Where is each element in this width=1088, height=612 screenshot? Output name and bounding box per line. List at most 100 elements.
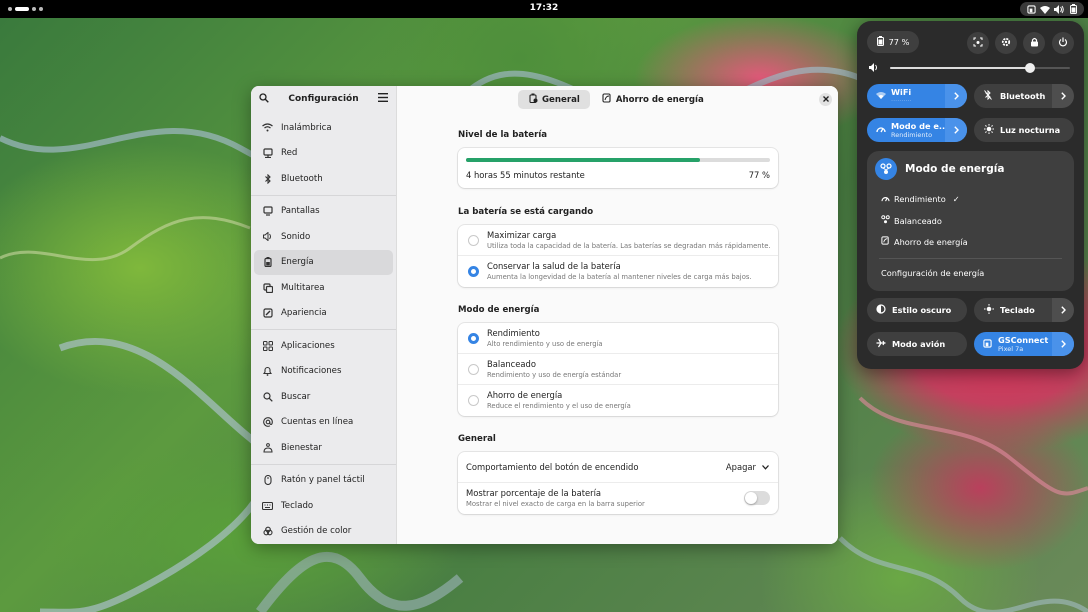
- sidebar-item-color[interactable]: Gestión de color: [254, 519, 393, 545]
- dark-style-label: Estilo oscuro: [892, 305, 952, 315]
- screenshot-button[interactable]: [967, 32, 989, 54]
- volume-icon: [1054, 4, 1064, 14]
- radio-button[interactable]: [468, 235, 479, 246]
- menu-item-label: Rendimiento: [894, 194, 946, 204]
- wifi-label: WiFi: [891, 87, 912, 97]
- volume-slider[interactable]: [890, 63, 1070, 73]
- power-mode-performance[interactable]: Rendimiento Alto rendimiento y uso de en…: [458, 323, 778, 354]
- balanced-icon: [881, 215, 890, 226]
- wifi-menu-button[interactable]: [945, 84, 967, 108]
- battery-level-title: Nivel de la batería: [458, 130, 548, 140]
- volume-slider-handle[interactable]: [1025, 63, 1036, 73]
- wifi-toggle[interactable]: WiFi ··········: [867, 84, 967, 108]
- sidebar-item-sound[interactable]: Sonido: [254, 224, 393, 250]
- power-settings-link[interactable]: Configuración de energía: [881, 268, 984, 278]
- airplane-mode-toggle[interactable]: Modo avión: [867, 332, 967, 356]
- hamburger-menu-icon[interactable]: [378, 93, 388, 105]
- keyboard-label: Teclado: [1000, 305, 1035, 315]
- sidebar-item-label: Sonido: [281, 231, 311, 242]
- power-button-behavior-label: Comportamiento del botón de encendido: [466, 462, 639, 472]
- radio-button[interactable]: [468, 266, 479, 277]
- sidebar-item-network[interactable]: Red: [254, 141, 393, 167]
- appearance-icon: [262, 308, 273, 319]
- tab-general[interactable]: General: [518, 90, 590, 109]
- sidebar-item-appearance[interactable]: Apariencia: [254, 301, 393, 327]
- menu-item-label: Configuración de energía: [881, 268, 985, 278]
- battery-status[interactable]: 77 %: [867, 31, 919, 53]
- gsconnect-label: GSConnect: [998, 335, 1049, 345]
- sidebar-item-bluetooth[interactable]: Bluetooth: [254, 166, 393, 192]
- charging-option-preserve[interactable]: Conservar la salud de la batería Aumenta…: [458, 256, 778, 287]
- sidebar-item-bell[interactable]: Notificaciones: [254, 359, 393, 385]
- sidebar-item-label: Red: [281, 148, 298, 159]
- bluetooth-toggle[interactable]: Bluetooth: [974, 84, 1074, 108]
- night-light-toggle[interactable]: Luz nocturna: [974, 118, 1074, 142]
- system-tray[interactable]: [1020, 2, 1084, 16]
- view-switcher: General Ahorro de energía: [518, 90, 714, 109]
- sidebar-item-multitasking[interactable]: Multitarea: [254, 275, 393, 301]
- sidebar-item-wellbeing[interactable]: Bienestar: [254, 435, 393, 461]
- menu-item-balanced[interactable]: Balanceado: [881, 215, 942, 226]
- battery-icon: [876, 36, 884, 48]
- wifi-network-name: ··········: [891, 97, 912, 105]
- charging-title: La batería se está cargando: [458, 207, 594, 217]
- lock-button[interactable]: [1023, 32, 1045, 54]
- sound-icon: [262, 231, 273, 242]
- sidebar-item-display[interactable]: Pantallas: [254, 199, 393, 225]
- general-card: Comportamiento del botón de encendido Ap…: [458, 452, 778, 514]
- clock[interactable]: 17:32: [0, 3, 1088, 13]
- keyboard-menu-button[interactable]: [1052, 298, 1074, 322]
- show-battery-percentage-switch[interactable]: [744, 491, 770, 505]
- power-profile-icon: [875, 158, 897, 180]
- sidebar-item-mouse[interactable]: Ratón y panel táctil: [254, 468, 393, 494]
- power-button-behavior-row[interactable]: Comportamiento del botón de encendido Ap…: [458, 452, 778, 483]
- sidebar-item-search[interactable]: Buscar: [254, 384, 393, 410]
- sidebar-item-wifi[interactable]: Inalámbrica: [254, 115, 393, 141]
- phone-connect-icon: [1026, 4, 1036, 14]
- sidebar-item-at[interactable]: Cuentas en línea: [254, 410, 393, 436]
- show-battery-percentage-row[interactable]: Mostrar porcentaje de la batería Mostrar…: [458, 483, 778, 514]
- sidebar-item-apps[interactable]: Aplicaciones: [254, 333, 393, 359]
- sidebar-item-label: Apariencia: [281, 308, 327, 319]
- search-icon[interactable]: [259, 92, 269, 106]
- radio-button[interactable]: [468, 364, 479, 375]
- airplane-mode-label: Modo avión: [892, 339, 946, 349]
- power-mode-menu-title: Modo de energía: [905, 163, 1005, 175]
- brightness-icon: [984, 304, 994, 316]
- settings-button[interactable]: [995, 32, 1017, 54]
- gsconnect-menu-button[interactable]: [1052, 332, 1074, 356]
- sidebar-item-power[interactable]: Energía: [254, 249, 393, 275]
- color-icon: [262, 526, 273, 537]
- apps-icon: [262, 340, 273, 351]
- battery-progress-fill: [466, 158, 701, 162]
- power-button-behavior-value[interactable]: Apagar: [726, 462, 756, 472]
- network-icon: [262, 148, 273, 159]
- battery-icon: [1068, 4, 1078, 14]
- power-off-button[interactable]: [1052, 32, 1074, 54]
- power-icon: [1058, 37, 1068, 50]
- battery-level-card: 4 horas 55 minutos restante 77 %: [458, 148, 778, 188]
- power-mode-balanced[interactable]: Balanceado Rendimiento y uso de energía …: [458, 354, 778, 385]
- chevron-down-icon[interactable]: [762, 463, 769, 473]
- charging-option-maximize[interactable]: Maximizar carga Utiliza toda la capacida…: [458, 225, 778, 256]
- option-title: Rendimiento: [487, 328, 540, 338]
- sidebar-item-label: Aplicaciones: [281, 340, 335, 351]
- power-mode-menu-button[interactable]: [945, 118, 967, 142]
- dark-style-toggle[interactable]: Estilo oscuro: [867, 298, 967, 322]
- power-mode-toggle[interactable]: Modo de e... Rendimiento: [867, 118, 967, 142]
- sidebar-item-keyboard[interactable]: Teclado: [254, 493, 393, 519]
- bluetooth-menu-button[interactable]: [1052, 84, 1074, 108]
- radio-button[interactable]: [468, 395, 479, 406]
- option-subtitle: Reduce el rendimiento y el uso de energí…: [487, 402, 631, 410]
- close-button[interactable]: [819, 93, 832, 106]
- menu-item-performance[interactable]: Rendimiento ✓: [881, 194, 960, 204]
- power-mode-menu: Modo de energía Rendimiento ✓ Balanceado…: [867, 151, 1074, 291]
- radio-button[interactable]: [468, 333, 479, 344]
- wifi-icon: [1040, 4, 1050, 14]
- tab-power-saver[interactable]: Ahorro de energía: [592, 90, 714, 109]
- sidebar-item-label: Teclado: [281, 500, 314, 511]
- menu-item-power-saver[interactable]: Ahorro de energía: [881, 236, 968, 247]
- keyboard-toggle[interactable]: Teclado: [974, 298, 1074, 322]
- gsconnect-toggle[interactable]: GSConnect Pixel 7a: [974, 332, 1074, 356]
- power-mode-saver[interactable]: Ahorro de energía Reduce el rendimiento …: [458, 385, 778, 416]
